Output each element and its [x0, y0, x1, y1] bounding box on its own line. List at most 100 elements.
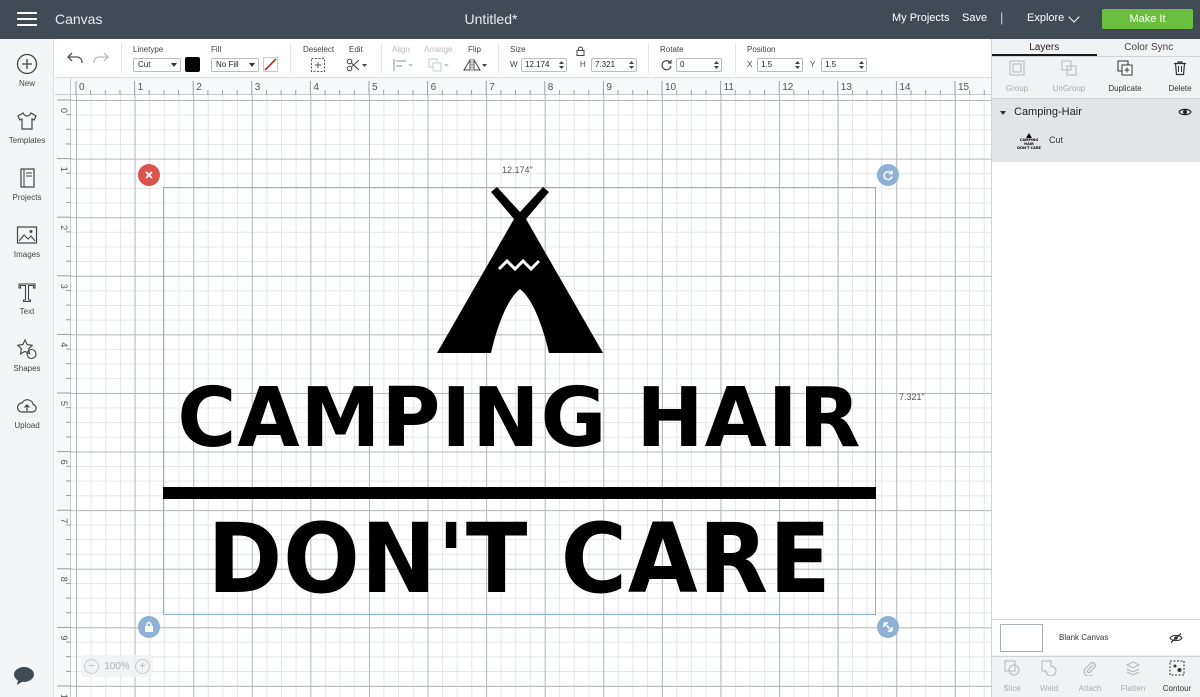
slice-icon — [1004, 660, 1020, 676]
group-button[interactable]: Group — [992, 60, 1042, 93]
deselect-icon[interactable] — [311, 58, 325, 72]
height-input[interactable]: 7.321 — [591, 58, 637, 72]
tab-layers[interactable]: Layers — [992, 39, 1097, 56]
tipi-tent-icon — [437, 187, 603, 353]
chat-bubble-icon[interactable] — [13, 666, 35, 686]
scissors-icon[interactable] — [346, 58, 368, 72]
sidebar-item-label: Templates — [8, 136, 46, 145]
ruler-label: 1 — [59, 167, 69, 172]
position-y-input[interactable]: 1.5 — [821, 58, 867, 72]
spinner-icon[interactable] — [629, 60, 634, 70]
contour-icon — [1169, 660, 1185, 676]
deselect-label: Deselect — [303, 45, 335, 54]
save-link[interactable]: Save — [962, 12, 987, 24]
slice-button[interactable]: Slice — [992, 660, 1032, 693]
ungroup-button[interactable]: UnGroup — [1044, 60, 1094, 93]
ruler-label: 4 — [59, 342, 69, 347]
sidebar-item-new[interactable]: New — [0, 53, 54, 88]
delete-handle[interactable] — [138, 164, 160, 186]
zoom-out-button[interactable]: − — [84, 658, 99, 674]
align-label: Align — [392, 45, 410, 54]
eye-slash-icon[interactable] — [1169, 633, 1183, 643]
spinner-icon[interactable] — [859, 60, 864, 70]
weld-button[interactable]: Weld — [1029, 660, 1069, 693]
attach-button[interactable]: Attach — [1070, 660, 1110, 693]
document-title[interactable]: Untitled* — [0, 11, 982, 27]
spinner-icon[interactable] — [559, 60, 564, 70]
sidebar-item-images[interactable]: Images — [0, 224, 54, 259]
linetype-color-swatch[interactable] — [185, 57, 200, 72]
size-label: Size — [510, 45, 526, 54]
plus-circle-icon — [16, 53, 38, 75]
layer-group-row[interactable]: Camping-Hair CAMPING HAIR DON'T CARE Cut — [992, 99, 1200, 162]
ruler-label: 12 — [782, 82, 794, 93]
contour-label: Contour — [1162, 684, 1192, 693]
ruler-label: 3 — [59, 284, 69, 289]
group-label: Group — [1005, 84, 1029, 93]
edit-toolbar: Linetype Cut Fill No Fill Deselect Edit … — [55, 39, 991, 78]
upload-icon — [16, 399, 37, 413]
text-icon — [18, 283, 36, 303]
my-projects-link[interactable]: My Projects — [892, 12, 949, 24]
zoom-control: − 100% + — [81, 655, 153, 677]
design-artwork[interactable]: CAMPING HAIR DON'T CARE — [163, 187, 876, 615]
toolbar-separator — [648, 44, 649, 73]
no-fill-swatch-icon[interactable] — [263, 57, 278, 72]
make-it-button[interactable]: Make It — [1102, 9, 1193, 29]
duplicate-label: Duplicate — [1108, 84, 1142, 93]
duplicate-button[interactable]: Duplicate — [1100, 60, 1150, 93]
sidebar-item-text[interactable]: Text — [0, 281, 54, 316]
redo-icon[interactable] — [92, 51, 110, 65]
undo-icon[interactable] — [66, 51, 84, 65]
sidebar-item-shapes[interactable]: Shapes — [0, 338, 54, 373]
flip-label: Flip — [468, 45, 481, 54]
ruler-label: 7 — [489, 82, 495, 93]
resize-arrows-icon — [883, 622, 893, 632]
design-text-line2: DON'T CARE — [207, 503, 832, 615]
rotate-icon — [661, 60, 672, 71]
sidebar-item-label: New — [18, 79, 35, 88]
top-bar: Canvas Untitled* My Projects Save | Expl… — [0, 0, 1200, 39]
rotate-handle[interactable] — [877, 164, 899, 186]
contour-button[interactable]: Contour — [1157, 660, 1197, 693]
layer-group-name: Camping-Hair — [1014, 106, 1082, 118]
lock-handle[interactable] — [138, 616, 160, 638]
rotate-input[interactable]: 0 — [676, 58, 722, 72]
toolbar-separator — [498, 44, 499, 73]
ruler-label: 4 — [313, 82, 319, 93]
ungroup-label: UnGroup — [1052, 84, 1086, 93]
flatten-label: Flatten — [1120, 684, 1146, 693]
flip-icon[interactable] — [463, 58, 487, 72]
blank-canvas-row[interactable]: Blank Canvas — [992, 619, 1200, 655]
delete-button[interactable]: Delete — [1155, 60, 1200, 93]
width-input[interactable]: 12.174 — [521, 58, 567, 72]
tab-color-sync[interactable]: Color Sync — [1097, 39, 1200, 56]
design-canvas[interactable]: 12.174" 7.321" CAMPING HAIR DON'T CARE −… — [71, 95, 991, 697]
position-x-input[interactable]: 1.5 — [757, 58, 803, 72]
fill-select[interactable]: No Fill — [211, 58, 259, 72]
sidebar-item-label: Images — [13, 250, 41, 259]
spinner-icon[interactable] — [714, 60, 719, 70]
zoom-in-button[interactable]: + — [134, 658, 150, 674]
sidebar-item-label: Text — [19, 307, 35, 316]
linetype-select[interactable]: Cut — [133, 58, 181, 72]
lock-icon[interactable] — [576, 46, 585, 56]
fill-value: No Fill — [216, 60, 239, 69]
flatten-button[interactable]: Flatten — [1113, 660, 1153, 693]
zoom-level: 100% — [104, 660, 130, 672]
sidebar-item-templates[interactable]: Templates — [0, 110, 54, 145]
ruler-label: 5 — [372, 82, 378, 93]
sidebar-item-label: Shapes — [13, 364, 41, 373]
eye-icon[interactable] — [1178, 107, 1192, 117]
explore-menu[interactable]: Explore — [1027, 12, 1064, 24]
spinner-icon[interactable] — [795, 60, 800, 70]
chevron-down-icon[interactable] — [1068, 11, 1080, 23]
sidebar-item-label: Upload — [14, 421, 40, 430]
blank-canvas-swatch[interactable] — [1000, 624, 1043, 652]
sidebar-item-upload[interactable]: Upload — [0, 395, 54, 430]
sidebar-item-projects[interactable]: Projects — [0, 167, 54, 202]
position-y-value: 1.5 — [825, 60, 837, 69]
design-divider-bar — [163, 487, 876, 499]
caret-down-icon[interactable] — [1000, 111, 1006, 115]
resize-handle[interactable] — [877, 616, 899, 638]
